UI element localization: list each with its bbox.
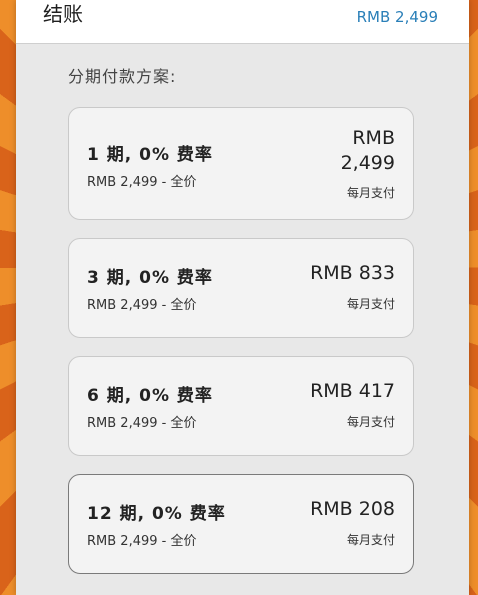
plan-title: 3 期, 0% 费率 bbox=[87, 268, 213, 288]
plan-title: 1 期, 0% 费率 bbox=[87, 145, 213, 165]
plan-price-currency: RMB bbox=[352, 127, 395, 149]
plan-title: 6 期, 0% 费率 bbox=[87, 386, 213, 406]
plan-option-12[interactable]: 12 期, 0% 费率 RMB 2,499 - 全价 RMB 208 每月支付 bbox=[68, 474, 414, 574]
plan-subtitle: RMB 2,499 - 全价 bbox=[87, 298, 197, 313]
plan-price-amount: 2,499 bbox=[340, 152, 395, 174]
plan-price-note: 每月支付 bbox=[346, 186, 395, 200]
plan-subtitle: RMB 2,499 - 全价 bbox=[87, 534, 197, 549]
plan-monthly-price: RMB 2,499 bbox=[341, 126, 395, 176]
plan-subtitle: RMB 2,499 - 全价 bbox=[87, 175, 197, 190]
checkout-sheet: 结账 RMB 2,499 分期付款方案: 1 期, 0% 费率 RMB 2,49… bbox=[16, 0, 469, 595]
plan-price-note: 每月支付 bbox=[346, 415, 395, 429]
installment-plan-list: 1 期, 0% 费率 RMB 2,499 - 全价 RMB 2,499 每月支付… bbox=[68, 107, 414, 592]
plan-monthly-price: RMB 208 bbox=[310, 498, 395, 520]
plan-option-1[interactable]: 1 期, 0% 费率 RMB 2,499 - 全价 RMB 2,499 每月支付 bbox=[68, 107, 414, 220]
plan-monthly-price: RMB 833 bbox=[310, 262, 395, 284]
plan-subtitle: RMB 2,499 - 全价 bbox=[87, 416, 197, 431]
plan-title: 12 期, 0% 费率 bbox=[87, 504, 226, 524]
plan-price-note: 每月支付 bbox=[346, 533, 395, 547]
page-title: 结账 bbox=[43, 2, 83, 26]
plan-option-6[interactable]: 6 期, 0% 费率 RMB 2,499 - 全价 RMB 417 每月支付 bbox=[68, 356, 414, 456]
plan-price-note: 每月支付 bbox=[346, 297, 395, 311]
installment-section-label: 分期付款方案: bbox=[68, 67, 177, 86]
order-total: RMB 2,499 bbox=[356, 8, 438, 26]
plan-option-3[interactable]: 3 期, 0% 费率 RMB 2,499 - 全价 RMB 833 每月支付 bbox=[68, 238, 414, 338]
plan-monthly-price: RMB 417 bbox=[310, 380, 395, 402]
checkout-header: 结账 RMB 2,499 bbox=[16, 0, 469, 44]
